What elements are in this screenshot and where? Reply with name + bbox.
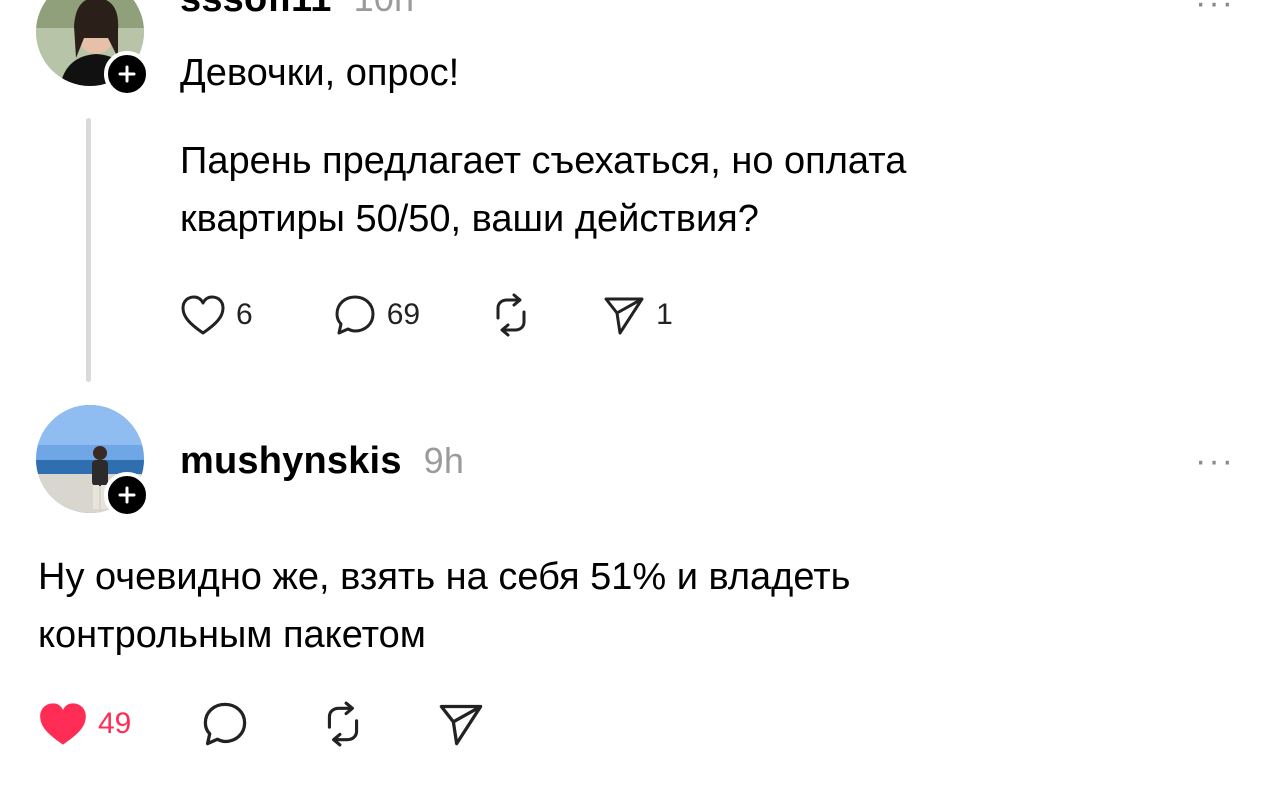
plus-icon <box>118 65 136 83</box>
post-body: Парень предлагает съехаться, но оплата к… <box>180 132 906 248</box>
repost-icon <box>496 293 526 337</box>
post-title: Девочки, опрос! <box>180 52 460 94</box>
username[interactable]: mushynskis <box>180 440 402 482</box>
more-options-button[interactable]: ··· <box>1195 442 1235 481</box>
post-body-line: квартиры 50/50, ваши действия? <box>180 198 759 240</box>
like-button[interactable]: 49 <box>38 701 131 747</box>
comment-icon <box>204 702 247 746</box>
heart-icon <box>40 703 86 745</box>
username[interactable]: sssofi11 <box>180 0 332 20</box>
repost-button[interactable] <box>488 292 534 338</box>
heart-icon <box>181 295 225 335</box>
post-actions: 6 69 1 <box>180 292 723 338</box>
post-body-line: Ну очевидно же, взять на себя 51% и влад… <box>38 556 851 598</box>
follow-button[interactable] <box>104 51 150 97</box>
share-icon <box>440 704 483 746</box>
share-button[interactable]: 1 <box>602 293 673 337</box>
share-count: 1 <box>656 298 673 331</box>
post-time: 10h <box>354 0 415 19</box>
post-header: sssofi11 10h <box>180 0 414 21</box>
comment-count: 69 <box>386 298 421 331</box>
post-body-line: Парень предлагает съехаться, но оплата <box>180 140 907 182</box>
post-header: mushynskis 9h <box>180 440 464 483</box>
post-actions: 49 <box>38 700 535 748</box>
comment-button[interactable] <box>201 700 249 748</box>
like-count: 49 <box>98 707 132 740</box>
comment-icon <box>335 295 375 335</box>
share-button[interactable] <box>437 700 485 748</box>
share-icon <box>604 297 644 335</box>
plus-icon <box>118 486 136 504</box>
post-body: Ну очевидно же, взять на себя 51% и влад… <box>38 548 850 664</box>
comment-button[interactable]: 69 <box>333 293 420 337</box>
like-count: 6 <box>236 298 253 331</box>
post-body-line: контрольным пакетом <box>38 614 426 656</box>
follow-button[interactable] <box>104 472 150 518</box>
more-options-button[interactable]: ··· <box>1195 0 1235 23</box>
repost-icon <box>328 701 359 747</box>
post-time: 9h <box>423 440 465 481</box>
like-button[interactable]: 6 <box>180 294 253 336</box>
repost-button[interactable] <box>319 700 367 748</box>
thread-line <box>86 118 91 382</box>
